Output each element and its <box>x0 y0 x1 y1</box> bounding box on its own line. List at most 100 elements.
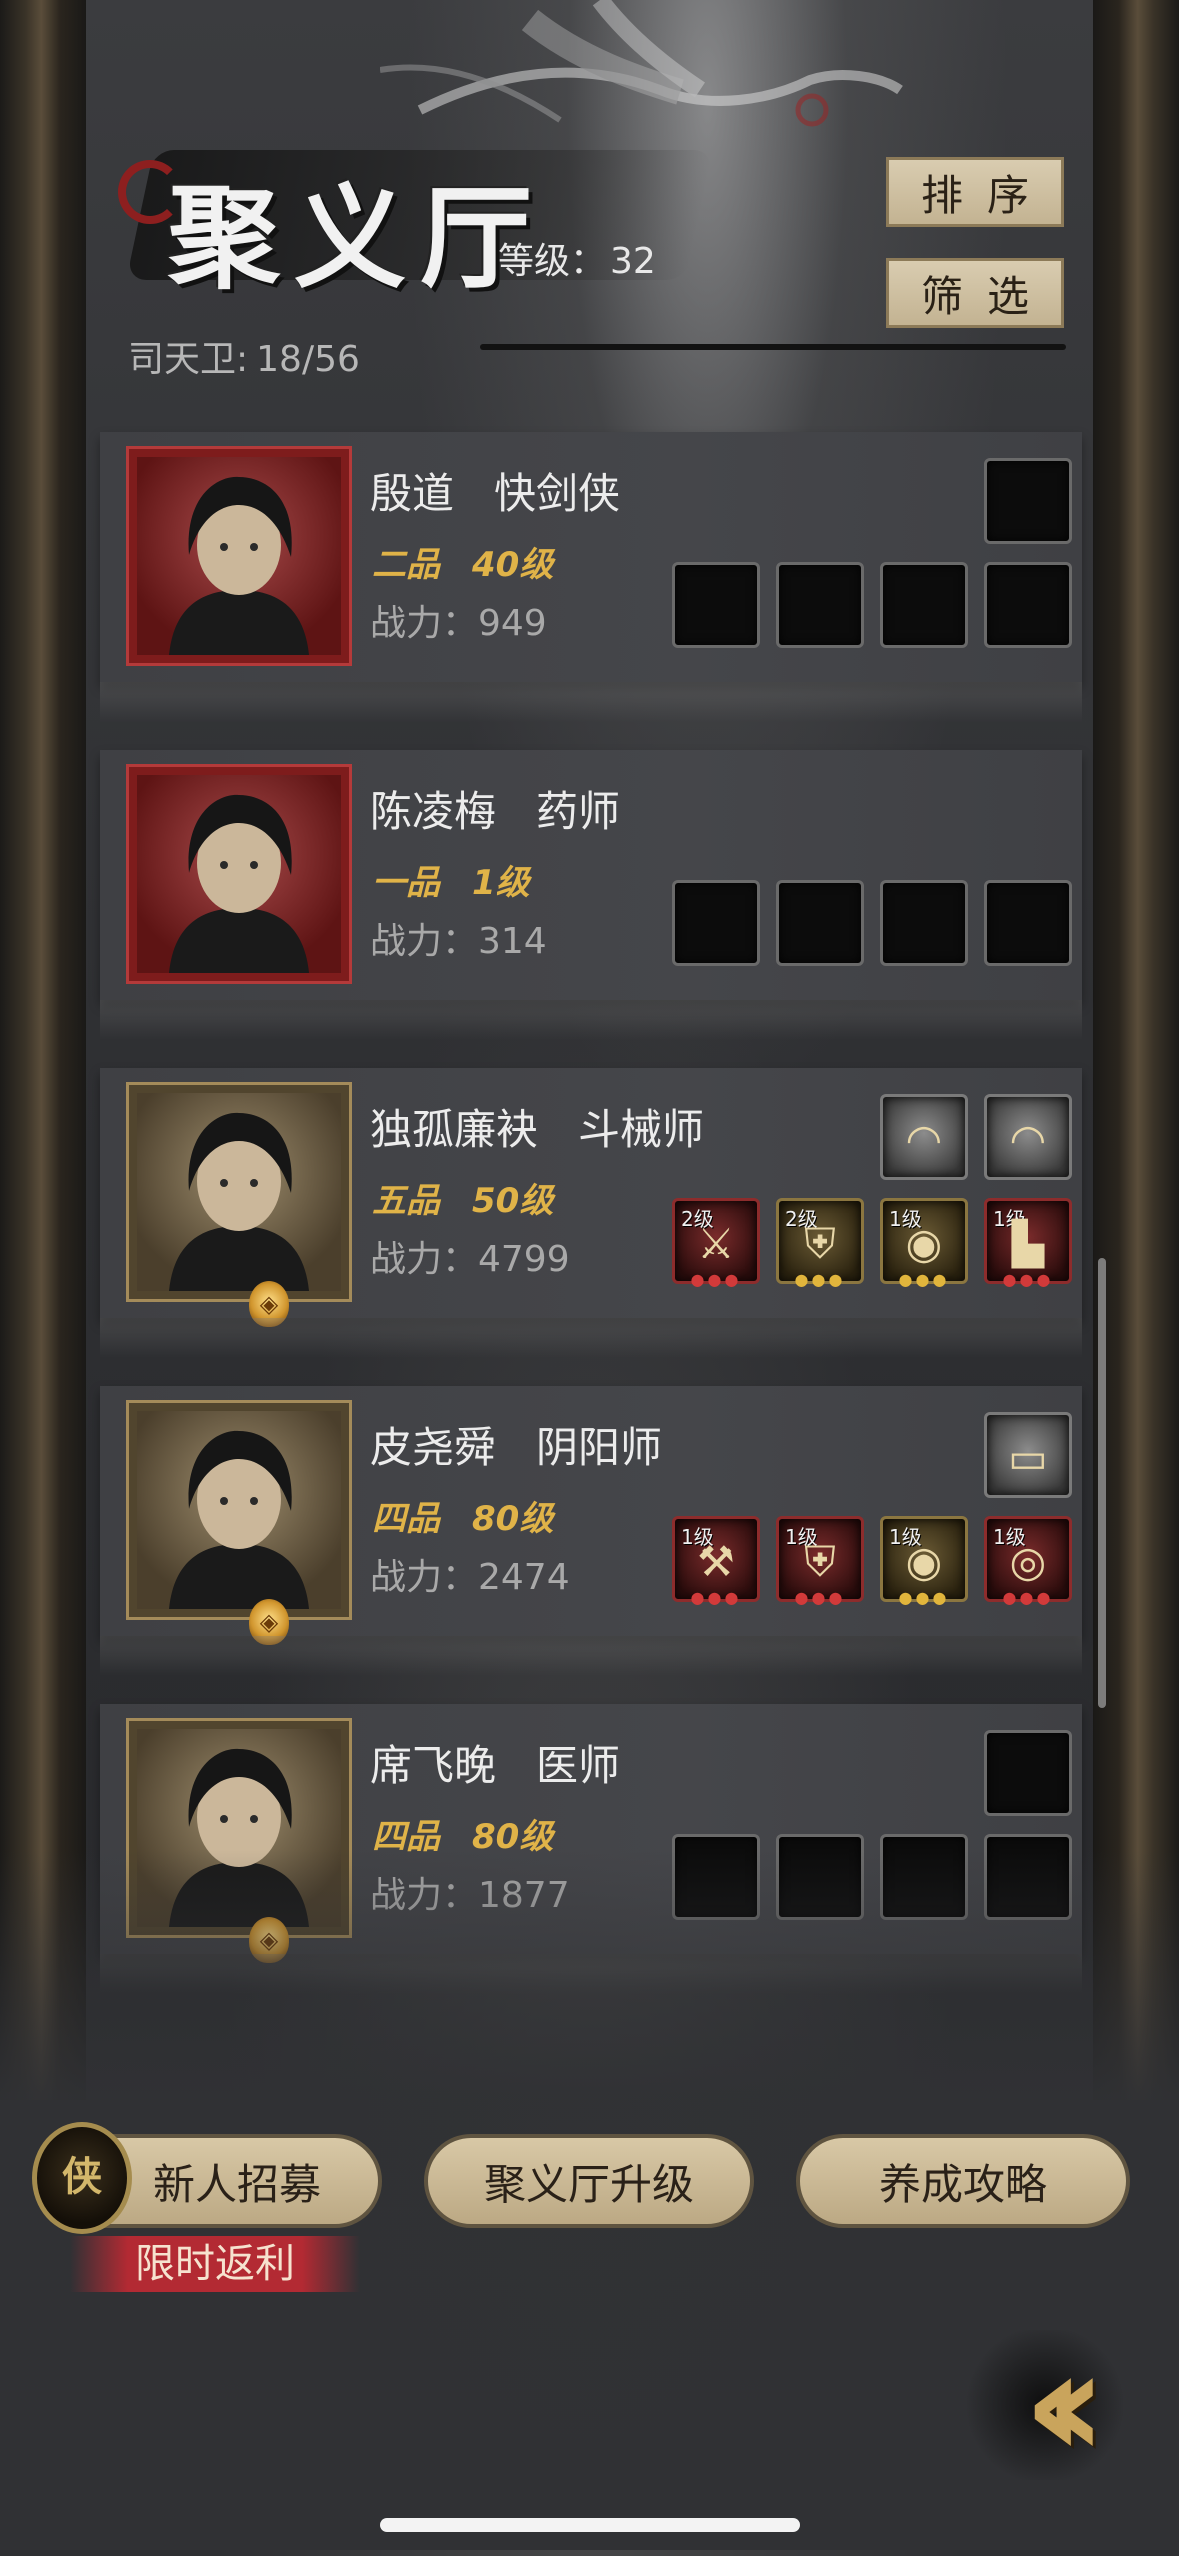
hero-grade: 一品 <box>372 863 440 903</box>
list-scrollbar[interactable] <box>1098 1258 1106 1708</box>
hero-name: 皮尧舜 <box>370 1423 497 1472</box>
equip-slot-empty[interactable] <box>672 562 760 648</box>
hero-grade-line: 二品 40级 <box>372 537 553 586</box>
hero-avatar <box>137 457 341 655</box>
home-indicator[interactable] <box>380 2518 800 2532</box>
hero-card[interactable]: 陈凌梅 药师 一品 1级 战力：314 <box>100 750 1082 1040</box>
hero-grade-line: 四品 80级 <box>372 1491 553 1540</box>
hero-role: 阴阳师 <box>536 1423 663 1472</box>
hero-grade-line: 五品 50级 <box>372 1173 553 1222</box>
treasure-slot-empty[interactable] <box>984 1730 1072 1816</box>
hero-portrait[interactable] <box>126 446 352 666</box>
sort-button[interactable]: 排序 <box>886 157 1064 227</box>
hero-name-line: 席飞晚 医师 <box>370 1732 620 1793</box>
hero-role: 医师 <box>536 1741 621 1790</box>
equip-stars: ●●● <box>794 1588 846 1607</box>
right-pillar <box>1093 0 1179 2100</box>
equip-slot-empty[interactable] <box>984 880 1072 966</box>
treasure-slot-comb-item[interactable]: ◠ <box>880 1094 968 1180</box>
treasure-slot-empty[interactable] <box>984 458 1072 544</box>
hero-grade: 四品 <box>372 1499 440 1539</box>
flame-badge-icon: ◈ <box>249 1599 289 1645</box>
hero-silhouette-icon <box>169 1430 309 1609</box>
training-guide-button[interactable]: 养成攻略 <box>796 2134 1130 2228</box>
claw-icon: ⚒ <box>697 1537 735 1586</box>
back-button[interactable]: ‹‹ <box>950 2318 1140 2492</box>
equip-slot[interactable]: 1级 ⚒ ●●● <box>672 1516 760 1607</box>
equip-stars: ●●● <box>898 1588 950 1607</box>
equip-slot-empty[interactable] <box>672 880 760 966</box>
member-count-value: 18/56 <box>256 339 360 380</box>
hero-name: 独孤廉袂 <box>370 1105 539 1154</box>
amulet-icon: ◎ <box>1009 1537 1047 1586</box>
equip-slot[interactable]: 1级 ▙ ●●● <box>984 1198 1072 1289</box>
member-count-label: 司天卫: <box>128 339 249 380</box>
armor-icon: ⛨ <box>804 1219 836 1268</box>
armor-icon: ⛨ <box>804 1537 836 1586</box>
hero-level: 50级 <box>472 1181 554 1221</box>
hero-name: 席飞晚 <box>370 1741 497 1790</box>
hero-portrait[interactable] <box>126 764 352 984</box>
comb-item-icon: ◠ <box>905 1115 943 1164</box>
hall-upgrade-button[interactable]: 聚义厅升级 <box>424 2134 754 2228</box>
hero-role: 药师 <box>536 787 621 836</box>
equip-slot-empty[interactable] <box>776 562 864 648</box>
equip-slot[interactable]: 2级 ⛨ ●●● <box>776 1198 864 1289</box>
equip-slot[interactable]: 1级 ◉ ●●● <box>880 1198 968 1289</box>
equip-slot[interactable]: 1级 ◉ ●●● <box>880 1516 968 1607</box>
hero-name: 陈凌梅 <box>370 787 497 836</box>
hero-role: 快剑侠 <box>494 469 621 518</box>
equip-slot[interactable]: 1级 ◎ ●●● <box>984 1516 1072 1607</box>
hall-level-label: 等级： <box>498 241 607 282</box>
hero-avatar <box>137 1411 341 1609</box>
hero-name-line: 皮尧舜 阴阳师 <box>370 1414 662 1475</box>
hero-power: 战力：4799 <box>370 1239 570 1280</box>
hero-grade-line: 一品 1级 <box>372 855 530 904</box>
flame-badge-icon: ◈ <box>249 1281 289 1327</box>
equip-slot-empty[interactable] <box>984 562 1072 648</box>
header-divider <box>480 344 1066 350</box>
hall-level-value: 32 <box>610 241 656 282</box>
equip-stars: ●●● <box>690 1588 742 1607</box>
page-title: 聚义厅 <box>168 173 546 304</box>
hero-silhouette-icon <box>169 476 309 655</box>
left-pillar <box>0 0 86 2100</box>
treasure-slot-scroll-item[interactable]: ▭ <box>984 1412 1072 1498</box>
hero-portrait[interactable]: ◈ <box>126 1082 352 1327</box>
equip-slot-empty[interactable] <box>776 880 864 966</box>
filter-button[interactable]: 筛选 <box>886 258 1064 328</box>
hero-avatar <box>137 1093 341 1291</box>
hero-level: 80级 <box>472 1499 554 1539</box>
equip-stars: ●●● <box>794 1270 846 1289</box>
recruit-token-icon[interactable]: 侠 <box>32 2122 132 2234</box>
coin-icon: ◉ <box>905 1537 943 1586</box>
double-chevron-left-icon: ‹‹ <box>1023 2318 1106 2492</box>
hero-power: 战力：2474 <box>370 1557 570 1598</box>
limited-promo-tag[interactable]: 限时返利 <box>70 2236 360 2292</box>
hero-name-line: 陈凌梅 药师 <box>370 778 620 839</box>
hero-card[interactable]: ◈ 独孤廉袂 斗械师 五品 50级 战力：4799 ◠ ◠ 2级 ⚔ ●●● 2级 ⛨ ●●● 1级 ◉ ●●●… <box>100 1068 1082 1358</box>
coin-icon: ◉ <box>905 1219 943 1268</box>
equip-slot-empty[interactable] <box>880 562 968 648</box>
hero-level: 1级 <box>472 863 530 903</box>
equip-slot-empty[interactable] <box>880 880 968 966</box>
member-count: 司天卫: 18/56 <box>128 330 360 382</box>
hall-level: 等级： 32 <box>498 232 656 284</box>
hero-level: 40级 <box>472 545 554 585</box>
hero-grade: 二品 <box>372 545 440 585</box>
equip-stars: ●●● <box>690 1270 742 1289</box>
scroll-item-icon: ▭ <box>1008 1433 1048 1482</box>
equip-slot[interactable]: 1级 ⛨ ●●● <box>776 1516 864 1607</box>
hero-silhouette-icon <box>169 794 309 973</box>
hero-name: 殷道 <box>370 469 455 518</box>
hero-power: 战力：949 <box>370 603 547 644</box>
equip-slot[interactable]: 2级 ⚔ ●●● <box>672 1198 760 1289</box>
comb-item-icon: ◠ <box>1009 1115 1047 1164</box>
hero-card[interactable]: 殷道 快剑侠二品 40级战力：949 <box>100 432 1082 722</box>
equip-stars: ●●● <box>898 1270 950 1289</box>
treasure-slot-comb-item[interactable]: ◠ <box>984 1094 1072 1180</box>
hero-card[interactable]: ◈ 皮尧舜 阴阳师 四品 80级 战力：2474 ▭ 1级 ⚒ ●●● 1级 ⛨ ●●● 1级 ◉ ●●● 1级… <box>100 1386 1082 1676</box>
hero-name-line: 殷道 快剑侠 <box>370 460 620 521</box>
hero-portrait[interactable]: ◈ <box>126 1400 352 1645</box>
boots-icon: ▙ <box>1011 1219 1045 1268</box>
